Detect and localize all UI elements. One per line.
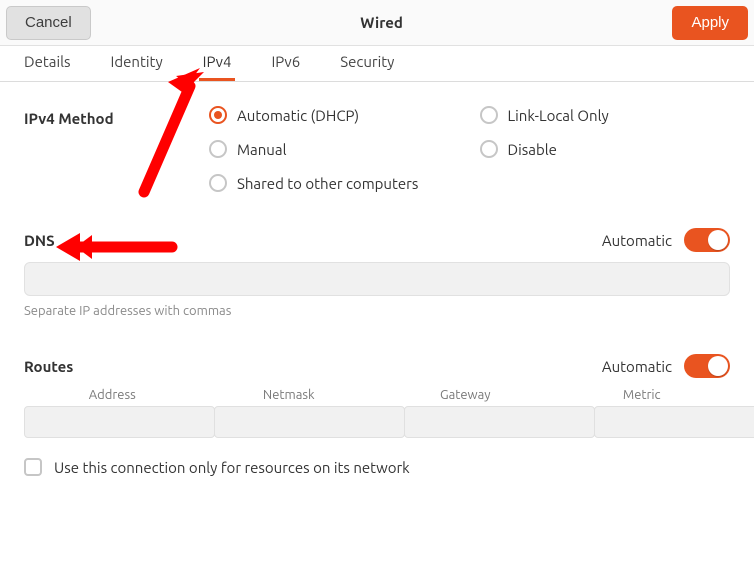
tab-identity[interactable]: Identity [107,45,167,81]
routes-automatic-group: Automatic [602,354,730,378]
radio-disable[interactable]: Disable [480,140,731,158]
use-only-for-resources-label: Use this connection only for resources o… [54,459,410,476]
routes-label: Routes [24,358,73,375]
switch-knob-icon [708,230,728,250]
radio-icon [480,140,498,158]
routes-col-address: Address [24,388,201,406]
window-title: Wired [91,14,673,31]
radio-automatic-dhcp[interactable]: Automatic (DHCP) [209,106,460,124]
radio-label: Link-Local Only [508,107,609,124]
radio-icon [209,106,227,124]
radio-shared[interactable]: Shared to other computers [209,174,730,192]
radio-link-local-only[interactable]: Link-Local Only [480,106,731,124]
content: IPv4 Method Automatic (DHCP) Link-Local … [0,82,754,488]
dns-label: DNS [24,232,55,249]
checkbox-icon [24,458,42,476]
route-address-input[interactable] [24,406,215,438]
radio-label: Shared to other computers [237,175,418,192]
radio-icon [209,140,227,158]
apply-button[interactable]: Apply [672,6,748,40]
radio-icon [480,106,498,124]
route-gateway-input[interactable] [404,406,595,438]
dns-helper-text: Separate IP addresses with commas [24,304,730,318]
ipv4-method-label: IPv4 Method [24,106,209,127]
cancel-button[interactable]: Cancel [6,6,91,40]
tabbar: Details Identity IPv4 IPv6 Security [0,46,754,82]
routes-columns: Address Netmask Gateway Metric [24,388,730,406]
tab-security[interactable]: Security [336,45,398,81]
routes-automatic-label: Automatic [602,358,672,375]
tab-ipv6[interactable]: IPv6 [267,45,304,81]
routes-col-netmask: Netmask [201,388,378,406]
ipv4-method-options: Automatic (DHCP) Link-Local Only Manual … [209,106,730,192]
dns-automatic-label: Automatic [602,232,672,249]
switch-knob-icon [708,356,728,376]
radio-label: Manual [237,141,287,158]
routes-col-gateway: Gateway [377,388,554,406]
radio-label: Automatic (DHCP) [237,107,359,124]
tab-ipv4[interactable]: IPv4 [199,45,236,81]
dns-automatic-toggle[interactable] [684,228,730,252]
table-row [24,406,730,438]
route-metric-input[interactable] [594,406,754,438]
dns-section: DNS Automatic Separate IP addresses with… [24,228,730,318]
route-netmask-input[interactable] [214,406,405,438]
dns-header: DNS Automatic [24,228,730,252]
tab-details[interactable]: Details [20,45,75,81]
dns-input[interactable] [24,262,730,296]
routes-header: Routes Automatic [24,354,730,378]
headerbar: Cancel Wired Apply [0,0,754,46]
dns-automatic-group: Automatic [602,228,730,252]
routes-section: Routes Automatic Address Netmask Gateway… [24,354,730,476]
ipv4-method-section: IPv4 Method Automatic (DHCP) Link-Local … [24,106,730,192]
routes-col-metric: Metric [554,388,731,406]
routes-automatic-toggle[interactable] [684,354,730,378]
radio-icon [209,174,227,192]
use-only-for-resources-checkbox[interactable]: Use this connection only for resources o… [24,458,730,476]
radio-label: Disable [508,141,557,158]
radio-manual[interactable]: Manual [209,140,460,158]
